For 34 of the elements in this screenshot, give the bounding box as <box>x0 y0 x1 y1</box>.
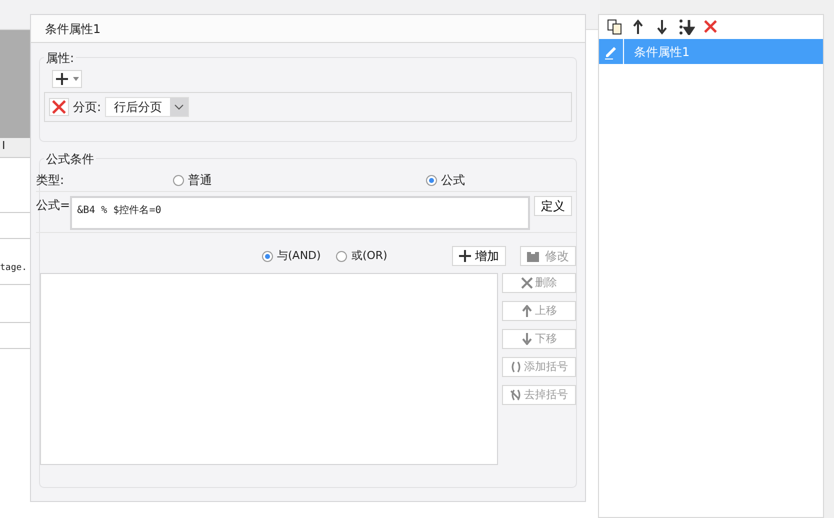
add-button[interactable]: 增加 <box>452 246 506 266</box>
close-icon <box>703 19 719 35</box>
field-label: 公式= <box>36 197 70 214</box>
arrow-up-icon <box>521 305 533 317</box>
parentheses-icon <box>510 361 522 373</box>
column-header: I <box>0 138 30 158</box>
radio-option[interactable]: 或(OR) <box>336 248 452 264</box>
radio-option[interactable]: 公式 <box>426 171 465 189</box>
add-dropdown-button[interactable] <box>52 70 82 88</box>
plus-icon <box>55 72 69 86</box>
copy-icon <box>607 19 623 35</box>
toolbar-button[interactable] <box>679 19 695 35</box>
define-button[interactable]: 定义 <box>534 196 572 216</box>
close-icon <box>52 100 66 114</box>
close-icon <box>521 277 533 289</box>
cell-text: tage. <box>0 262 28 275</box>
toolbar-button[interactable] <box>607 19 623 35</box>
dialog-title: 条件属性1 <box>31 15 585 43</box>
caret-icon <box>73 77 79 81</box>
chevron-icon <box>174 104 184 110</box>
modify-icon <box>527 250 541 262</box>
arrow-down-icon <box>521 333 533 345</box>
parentheses-strike-icon <box>510 389 522 401</box>
group-label: 属性: <box>44 49 76 67</box>
page-break-dropdown[interactable]: 行后分页 <box>105 97 190 117</box>
add-icon <box>459 250 471 262</box>
remove-button[interactable] <box>49 98 69 116</box>
field-label: 类型: <box>36 172 66 189</box>
group-label: 公式条件 <box>44 150 96 168</box>
radio-option[interactable]: 普通 <box>173 171 426 189</box>
move-bottom-icon <box>679 19 695 35</box>
formula-field[interactable]: &B4 % $控件名=0 <box>70 196 530 230</box>
radio-option[interactable]: 与(AND) <box>262 248 336 264</box>
field-label: 分页: <box>73 99 102 116</box>
